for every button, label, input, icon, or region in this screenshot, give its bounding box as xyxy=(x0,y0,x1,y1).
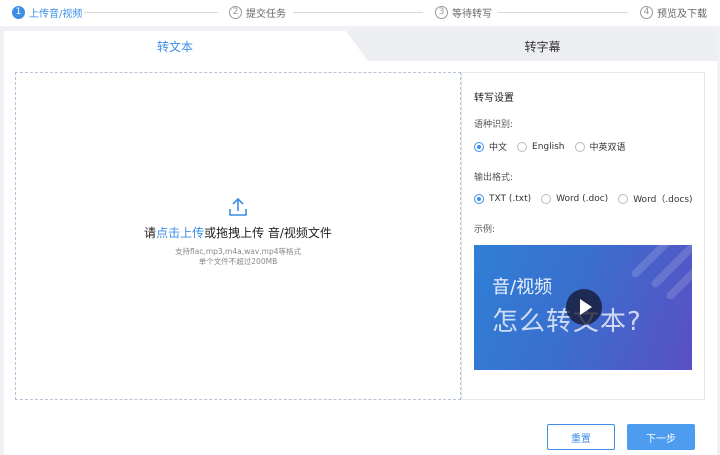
main-panel: 请点击上传或拖拽上传 音/视频文件 支持flac,mp3,m4a,wav,mp4… xyxy=(4,61,717,455)
language-label: 语种识别: xyxy=(474,120,514,130)
tab-subtitle[interactable]: 转字幕 xyxy=(346,31,717,61)
tab-text[interactable]: 转文本 xyxy=(4,31,368,61)
step-divider xyxy=(498,12,628,13)
step-submit: 2 提交任务 xyxy=(229,5,286,20)
settings-title: 转写设置 xyxy=(474,93,514,104)
step-divider xyxy=(84,12,218,13)
upload-hint-formats: 支持flac,mp3,m4a,wav,mp4等格式 xyxy=(175,246,301,256)
radio-label: Word (.doc) xyxy=(556,193,609,204)
radio-label: 中英双语 xyxy=(589,143,626,153)
radio-dot xyxy=(474,193,484,204)
language-radio-chinese[interactable]: 中文 xyxy=(474,140,507,153)
radio-dot xyxy=(574,141,585,152)
radio-label: English xyxy=(532,141,565,152)
radio-label: 中文 xyxy=(489,143,508,153)
step-label: 等待转写 xyxy=(452,9,492,20)
upload-title: 请点击上传或拖拽上传 音/视频文件 xyxy=(144,224,332,241)
language-radio-english[interactable]: English xyxy=(517,141,565,152)
radio-dot xyxy=(517,141,528,152)
mode-tabs: 转字幕 转文本 xyxy=(4,31,717,61)
step-download: 4 预览及下载 xyxy=(640,5,707,20)
step-number: 3 xyxy=(435,6,448,19)
radio-dot xyxy=(474,141,484,152)
step-upload: 1 上传音/视频 xyxy=(12,5,82,20)
upload-prefix: 请 xyxy=(144,225,157,240)
step-number: 4 xyxy=(640,6,653,19)
step-divider xyxy=(293,12,423,13)
step-number: 2 xyxy=(229,6,242,19)
format-radio-doc[interactable]: Word (.doc) xyxy=(541,193,609,204)
reset-button[interactable]: 重置 xyxy=(547,424,615,450)
format-radio-docs[interactable]: Word（.docs) xyxy=(618,192,693,205)
language-options: 中文 English 中英双语 xyxy=(474,140,636,153)
step-wait: 3 等待转写 xyxy=(435,5,492,20)
upload-hint-size: 单个文件不超过200MB xyxy=(198,256,278,266)
radio-dot xyxy=(541,193,552,204)
radio-dot xyxy=(618,193,629,204)
format-options: TXT (.txt) Word (.doc) Word（.docs) xyxy=(474,192,703,205)
step-label: 上传音/视频 xyxy=(29,9,83,20)
step-label: 提交任务 xyxy=(246,9,286,20)
transcribe-settings: 转写设置 语种识别: 中文 English 中英双语 输出格式: TXT (.t… xyxy=(461,72,705,400)
example-video-thumbnail[interactable]: 音/视频 怎么转文本? xyxy=(474,245,692,370)
format-radio-txt[interactable]: TXT (.txt) xyxy=(474,193,532,204)
progress-steps: 1 上传音/视频 2 提交任务 3 等待转写 4 预览及下载 xyxy=(0,0,720,26)
radio-label: TXT (.txt) xyxy=(489,193,532,204)
example-label: 示例: xyxy=(474,225,496,235)
upload-suffix: 或拖拽上传 音/视频文件 xyxy=(204,225,332,240)
play-icon[interactable] xyxy=(566,289,602,325)
radio-label: Word（.docs) xyxy=(633,195,693,205)
tab-label: 转字幕 xyxy=(524,39,561,54)
upload-hint: 支持flac,mp3,m4a,wav,mp4等格式 单个文件不超过200MB xyxy=(175,247,301,267)
step-number: 1 xyxy=(12,6,25,19)
upload-dropzone[interactable]: 请点击上传或拖拽上传 音/视频文件 支持flac,mp3,m4a,wav,mp4… xyxy=(15,72,461,400)
upload-link[interactable]: 点击上传 xyxy=(156,226,204,240)
upload-icon xyxy=(229,197,247,216)
language-radio-bilingual[interactable]: 中英双语 xyxy=(574,140,626,153)
step-label: 预览及下载 xyxy=(657,9,707,20)
example-line-1: 音/视频 xyxy=(492,277,553,298)
format-label: 输出格式: xyxy=(474,173,514,183)
next-button[interactable]: 下一步 xyxy=(627,424,695,450)
tab-label: 转文本 xyxy=(156,39,193,54)
